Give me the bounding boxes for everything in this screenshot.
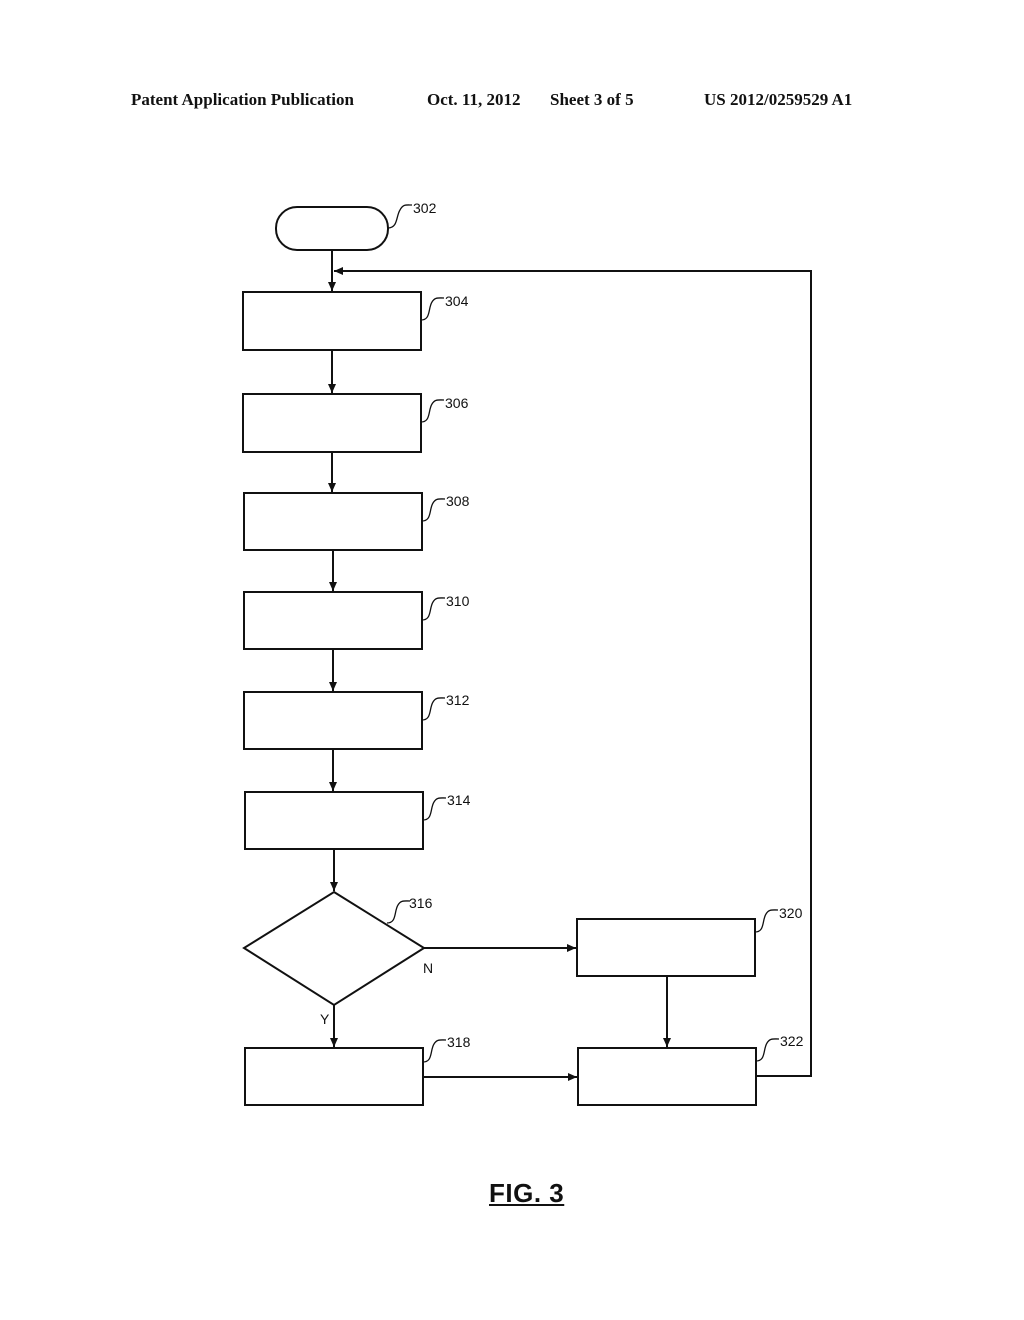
leader-306 [420, 399, 445, 423]
ref-label-306: 306 [445, 395, 469, 411]
step-box-312 [243, 691, 423, 750]
leader-320 [754, 909, 779, 933]
leader-322 [755, 1038, 780, 1062]
leader-302 [387, 204, 413, 229]
yes-branch-label: Y [320, 1011, 330, 1027]
ref-label-316: 316 [409, 895, 433, 911]
step-box-320 [576, 918, 756, 977]
leader-304 [420, 297, 445, 321]
ref-label-312: 312 [446, 692, 470, 708]
step-box-310 [243, 591, 423, 650]
ref-label-302: 302 [413, 200, 437, 216]
leader-312 [421, 697, 446, 721]
ref-label-322: 322 [780, 1033, 804, 1049]
ref-label-320: 320 [779, 905, 803, 921]
ref-label-318: 318 [447, 1034, 471, 1050]
step-box-306 [242, 393, 422, 453]
step-box-314 [244, 791, 424, 850]
leader-316 [386, 900, 411, 924]
ref-label-310: 310 [446, 593, 470, 609]
step-box-308 [243, 492, 423, 551]
leader-308 [421, 498, 446, 522]
step-box-304 [242, 291, 422, 351]
leader-314 [422, 797, 447, 821]
step-box-318 [244, 1047, 424, 1106]
flowchart: 302 304 306 308 310 312 314 316 318 320 … [242, 200, 812, 1106]
ref-label-304: 304 [445, 293, 469, 309]
ref-label-308: 308 [446, 493, 470, 509]
leader-310 [421, 597, 446, 621]
step-box-322 [577, 1047, 757, 1106]
figure-caption: FIG. 3 [489, 1178, 565, 1208]
leader-318 [422, 1039, 447, 1063]
start-terminator [275, 206, 389, 251]
ref-label-314: 314 [447, 792, 471, 808]
no-branch-label: N [423, 960, 433, 976]
